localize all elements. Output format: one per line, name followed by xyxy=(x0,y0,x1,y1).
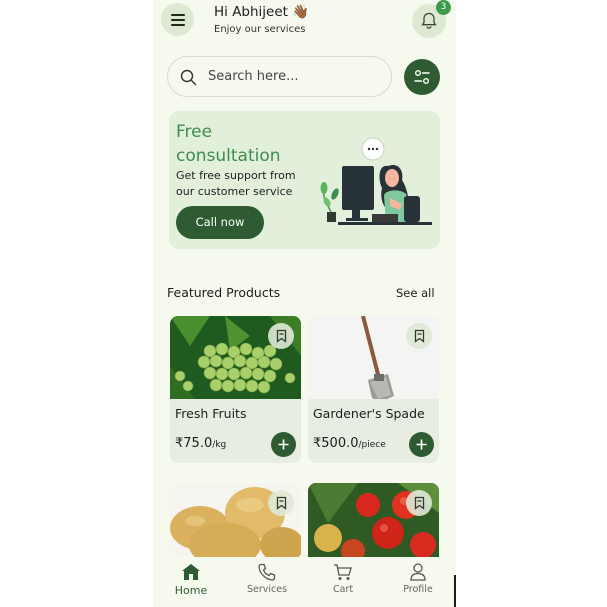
home-icon xyxy=(182,564,200,580)
app-screen: Hi Abhijeet 👋🏾 Enjoy our services 3 Sear… xyxy=(153,0,456,607)
add-to-cart-button[interactable] xyxy=(271,432,296,457)
nav-label-cart: Cart xyxy=(332,584,354,595)
notification-badge: 3 xyxy=(436,0,451,15)
price-value: ₹500.0 xyxy=(313,436,359,451)
menu-icon-line xyxy=(171,24,185,26)
menu-icon xyxy=(171,14,185,16)
filter-button[interactable] xyxy=(404,59,440,95)
nav-label-services: Services xyxy=(246,584,288,595)
product-price: ₹75.0/kg xyxy=(175,436,226,451)
price-unit: /piece xyxy=(358,440,386,450)
cart-icon xyxy=(334,564,352,580)
bookmark-button[interactable] xyxy=(268,323,294,349)
banner-text: Get free support from our customer servi… xyxy=(176,169,296,198)
product-price: ₹500.0/piece xyxy=(313,436,386,451)
menu-button[interactable] xyxy=(161,3,194,36)
product-card[interactable]: Gardener's Spade ₹500.0/piece xyxy=(308,316,439,463)
nav-home[interactable]: Home xyxy=(161,563,221,597)
filter-icon xyxy=(414,70,430,84)
search-input[interactable]: Search here... xyxy=(167,56,392,97)
price-value: ₹75.0 xyxy=(175,436,213,451)
bookmark-icon xyxy=(414,329,425,343)
bell-icon xyxy=(421,12,437,29)
search-icon xyxy=(180,69,197,86)
product-name: Fresh Fruits xyxy=(175,406,247,421)
featured-products-title: Featured Products xyxy=(167,285,281,300)
search-placeholder: Search here... xyxy=(208,69,299,84)
plus-icon xyxy=(278,439,289,450)
call-now-button[interactable]: Call now xyxy=(176,206,264,239)
plus-icon xyxy=(416,439,427,450)
bookmark-icon xyxy=(276,496,287,510)
screen-edge-line xyxy=(454,575,456,607)
nav-label-home: Home xyxy=(174,584,208,597)
support-illustration xyxy=(320,137,432,225)
bookmark-button[interactable] xyxy=(406,323,432,349)
user-icon xyxy=(410,563,426,581)
consultation-banner: Free consultation Get free support from … xyxy=(169,111,440,249)
add-to-cart-button[interactable] xyxy=(409,432,434,457)
bookmark-button[interactable] xyxy=(268,490,294,516)
bookmark-icon xyxy=(414,496,425,510)
bookmark-icon xyxy=(276,329,287,343)
banner-title: Free consultation xyxy=(176,122,281,166)
price-unit: /kg xyxy=(212,440,227,450)
product-name: Gardener's Spade xyxy=(313,406,425,421)
nav-profile[interactable]: Profile xyxy=(388,563,448,595)
bottom-navigation: Home Services Cart Profile xyxy=(153,557,456,607)
nav-services[interactable]: Services xyxy=(237,563,297,595)
menu-icon-line xyxy=(171,19,185,21)
greeting-subtitle: Enjoy our services xyxy=(214,24,306,35)
nav-label-profile: Profile xyxy=(403,584,433,595)
greeting-text: Hi Abhijeet 👋🏾 xyxy=(214,4,310,20)
product-card[interactable]: Fresh Fruits ₹75.0/kg xyxy=(170,316,301,463)
phone-icon xyxy=(258,563,276,581)
nav-cart[interactable]: Cart xyxy=(313,563,373,595)
bookmark-button[interactable] xyxy=(406,490,432,516)
see-all-link[interactable]: See all xyxy=(396,286,435,300)
